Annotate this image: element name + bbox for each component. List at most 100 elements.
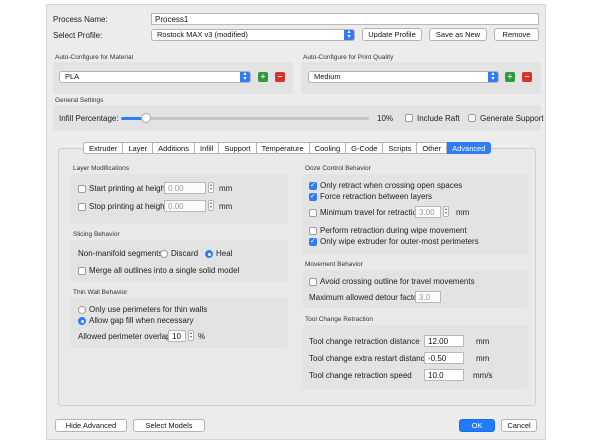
- discard-label: Discard: [171, 249, 199, 258]
- tool-change-extra-input[interactable]: -0.50: [424, 352, 464, 364]
- remove-material-button[interactable]: −: [275, 72, 285, 82]
- process-name-input[interactable]: Process1: [151, 13, 539, 25]
- ok-button[interactable]: OK: [459, 419, 495, 432]
- start-printing-height-input[interactable]: 0.00: [164, 182, 206, 194]
- minus-icon: −: [524, 72, 530, 81]
- tab-gcode[interactable]: G-Code: [346, 142, 384, 154]
- minus-icon: −: [277, 72, 283, 81]
- select-models-button[interactable]: Select Models: [133, 419, 205, 432]
- add-material-button[interactable]: +: [258, 72, 268, 82]
- select-profile-label: Select Profile:: [53, 31, 103, 40]
- settings-tab-bar: Extruder Layer Additions Infill Support …: [83, 142, 492, 154]
- stop-printing-unit: mm: [219, 202, 233, 211]
- cancel-button[interactable]: Cancel: [501, 419, 537, 432]
- tab-advanced[interactable]: Advanced: [447, 142, 492, 154]
- include-raft-label: Include Raft: [417, 114, 460, 123]
- only-perimeters-radio[interactable]: [78, 306, 86, 314]
- material-select[interactable]: PLA ▴ ▾: [59, 71, 251, 83]
- perform-retraction-wipe-checkbox[interactable]: [309, 227, 317, 235]
- allow-gap-fill-label: Allow gap fill when necessary: [89, 316, 194, 325]
- force-retraction-label: Force retraction between layers: [320, 192, 433, 201]
- minimum-travel-stepper[interactable]: ▴ ▾: [443, 206, 449, 217]
- max-detour-input[interactable]: 3.0: [415, 291, 441, 303]
- discard-radio[interactable]: [160, 250, 168, 258]
- only-wipe-checkbox[interactable]: [309, 237, 317, 246]
- start-printing-stepper[interactable]: ▴ ▾: [208, 182, 214, 193]
- tab-other[interactable]: Other: [417, 142, 448, 154]
- heal-label: Heal: [216, 249, 233, 258]
- chevron-updown-icon: ▴ ▾: [488, 71, 498, 82]
- plus-icon: +: [260, 72, 266, 81]
- layer-modifications-header: Layer Modifications: [73, 165, 129, 172]
- tab-cooling[interactable]: Cooling: [309, 142, 347, 154]
- tab-additions[interactable]: Additions: [153, 142, 195, 154]
- plus-icon: +: [507, 72, 513, 81]
- perimeter-overlap-input[interactable]: 10: [168, 330, 186, 342]
- perform-retraction-wipe-label: Perform retraction during wipe movement: [320, 226, 467, 235]
- minimum-travel-input[interactable]: 3.00: [415, 206, 441, 218]
- force-retraction-checkbox[interactable]: [309, 192, 317, 201]
- perimeter-overlap-label: Allowed perimeter overlap: [78, 332, 171, 341]
- avoid-crossing-checkbox[interactable]: [309, 278, 317, 286]
- stop-printing-height-input[interactable]: 0.00: [164, 200, 206, 212]
- quality-select[interactable]: Medium ▴ ▾: [308, 71, 499, 83]
- start-printing-unit: mm: [219, 184, 233, 193]
- quality-section-header: Auto-Configure for Print Quality: [303, 54, 394, 61]
- add-quality-button[interactable]: +: [505, 72, 515, 82]
- slicing-behavior-panel: [70, 240, 288, 282]
- start-printing-checkbox[interactable]: [78, 185, 86, 193]
- perimeter-overlap-unit: %: [198, 332, 206, 341]
- tab-layer[interactable]: Layer: [123, 142, 154, 154]
- movement-behavior-header: Movement Behavior: [305, 261, 363, 268]
- merge-outlines-checkbox[interactable]: [78, 267, 86, 275]
- max-detour-label: Maximum allowed detour factor: [309, 293, 421, 302]
- chevron-updown-icon: ▴ ▾: [240, 71, 250, 82]
- generate-support-checkbox[interactable]: [468, 114, 476, 122]
- perimeter-overlap-stepper[interactable]: ▴ ▾: [188, 330, 194, 341]
- include-raft-checkbox[interactable]: [405, 114, 413, 122]
- tab-temperature[interactable]: Temperature: [256, 142, 310, 154]
- process-name-label: Process Name:: [53, 15, 108, 24]
- remove-profile-button[interactable]: Remove: [494, 28, 539, 41]
- infill-slider-track[interactable]: [121, 113, 369, 123]
- minimum-travel-unit: mm: [456, 208, 470, 217]
- tool-change-distance-input[interactable]: 12.00: [424, 335, 464, 347]
- slicing-behavior-header: Slicing Behavior: [73, 231, 120, 238]
- tool-change-speed-label: Tool change retraction speed: [309, 371, 412, 380]
- infill-percentage-label: Infill Percentage:: [59, 114, 119, 123]
- profile-select[interactable]: Rostock MAX v3 (modified) ▴ ▾: [151, 29, 355, 41]
- only-retract-label: Only retract when crossing open spaces: [320, 181, 463, 190]
- stop-printing-checkbox[interactable]: [78, 203, 86, 211]
- process-settings-dialog: Process Name: Process1 Select Profile: R…: [46, 4, 546, 440]
- merge-outlines-label: Merge all outlines into a single solid m…: [89, 266, 240, 275]
- only-perimeters-label: Only use perimeters for thin walls: [89, 305, 208, 314]
- stop-printing-label: Stop printing at height: [89, 202, 167, 211]
- tab-support[interactable]: Support: [219, 142, 257, 154]
- tab-infill[interactable]: Infill: [194, 142, 220, 154]
- tool-change-speed-input[interactable]: 10.0: [424, 369, 464, 381]
- start-printing-label: Start printing at height: [89, 184, 168, 193]
- infill-slider-knob[interactable]: [140, 113, 151, 123]
- profile-select-value: Rostock MAX v3 (modified): [157, 30, 248, 39]
- stop-printing-stepper[interactable]: ▴ ▾: [208, 200, 214, 211]
- ooze-control-header: Ooze Control Behavior: [305, 165, 371, 172]
- general-settings-header: General Settings: [55, 97, 104, 104]
- tool-change-distance-unit: mm: [476, 337, 490, 346]
- update-profile-button[interactable]: Update Profile: [362, 28, 422, 41]
- infill-percentage-value: 10%: [377, 114, 394, 123]
- save-as-new-button[interactable]: Save as New: [429, 28, 487, 41]
- allow-gap-fill-radio[interactable]: [78, 317, 86, 325]
- material-select-value: PLA: [65, 72, 80, 81]
- heal-radio[interactable]: [205, 250, 213, 258]
- hide-advanced-button[interactable]: Hide Advanced: [55, 419, 127, 432]
- minimum-travel-label: Minimum travel for retraction: [320, 208, 422, 217]
- tab-extruder[interactable]: Extruder: [83, 142, 124, 154]
- remove-quality-button[interactable]: −: [522, 72, 532, 82]
- tab-scripts[interactable]: Scripts: [383, 142, 418, 154]
- thin-wall-header: Thin Wall Behavior: [73, 289, 128, 296]
- only-wipe-label: Only wipe extruder for outer-most perime…: [320, 237, 479, 246]
- tool-change-extra-label: Tool change extra restart distance: [309, 354, 430, 363]
- minimum-travel-checkbox[interactable]: [309, 209, 317, 217]
- avoid-crossing-label: Avoid crossing outline for travel moveme…: [320, 277, 475, 286]
- only-retract-checkbox[interactable]: [309, 181, 317, 190]
